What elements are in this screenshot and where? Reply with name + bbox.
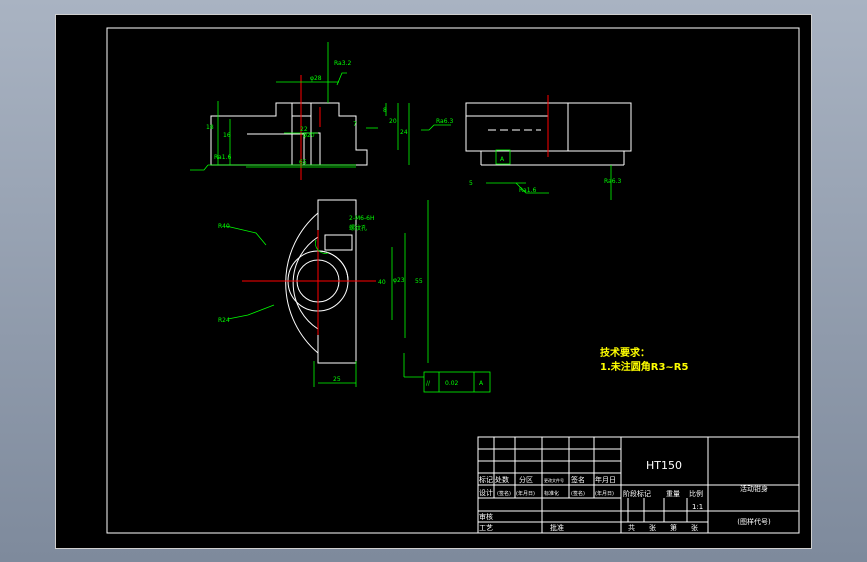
notes-heading: 技术要求： (600, 346, 650, 359)
dim-20: 20 (389, 118, 397, 125)
dim-7: 7 (353, 121, 357, 128)
roughness-ra32: Ra3.2 (334, 60, 351, 67)
drawing-sheet: φ28 φ20 7 8 22 18 16 20 24 65 Ra3.2 Ra6.… (55, 14, 812, 549)
thread-label-2: 螺纹孔 (349, 224, 367, 232)
label-process: 工艺 (479, 524, 493, 532)
scale-value: 1:1 (692, 503, 703, 511)
label-sign: 签名 (571, 475, 585, 484)
dim-40: 40 (378, 279, 386, 286)
label-review: 审核 (479, 512, 493, 521)
dim-phi28: φ28 (310, 75, 322, 82)
design-date: (年月日) (516, 490, 535, 497)
label-stage: 阶段标记 (623, 489, 651, 498)
label-sheet-number: 第 (670, 523, 677, 532)
front-section-view: φ28 φ20 7 8 22 18 16 20 24 65 Ra3.2 Ra6.… (190, 42, 453, 180)
plan-view: R40 R24 2-M6-6H 螺纹孔 40 φ23 55 25 // 0.02… (218, 199, 491, 393)
design-sign: (签名) (497, 490, 511, 497)
notes-line-1: 1.未注圆角R3~R5 (600, 360, 688, 373)
std-date: (年月日) (595, 490, 614, 497)
tolerance-value: 0.02 (445, 380, 459, 387)
label-design: 设计 (479, 488, 493, 497)
inner-frame (106, 27, 800, 534)
dim-65: 65 (299, 159, 307, 166)
dim-55: 55 (415, 278, 423, 285)
label-sheet-unit-2: 张 (691, 523, 698, 532)
side-dim-5: 5 (469, 180, 473, 187)
side-roughness-ra16: Ra1.6 (519, 187, 536, 194)
title-material: HT150 (646, 459, 682, 472)
dim-16: 16 (223, 132, 231, 139)
label-change-doc: 更改文件号 (544, 477, 564, 483)
label-scale: 比例 (689, 489, 703, 498)
label-zone: 分区 (519, 475, 533, 484)
label-standardization: 标准化 (544, 490, 559, 497)
radius-r40: R40 (218, 223, 230, 230)
label-mark: 标记 (479, 475, 493, 484)
dim-24: 24 (400, 129, 408, 136)
dim-25: 25 (333, 376, 341, 383)
drawing-canvas: φ28 φ20 7 8 22 18 16 20 24 65 Ra3.2 Ra6.… (106, 27, 800, 534)
title-drawing-number: (图样代号) (737, 517, 771, 526)
roughness-ra63: Ra6.3 (436, 118, 453, 125)
dim-18: 18 (206, 124, 214, 131)
dim-phi23: φ23 (393, 277, 405, 284)
radius-r24: R24 (218, 317, 230, 324)
label-sheets-unit: 张 (649, 523, 656, 532)
side-view: A 5 Ra1.6 Ra6.3 (465, 95, 632, 200)
tolerance-datum: A (479, 380, 484, 387)
label-date: 年月日 (595, 475, 616, 484)
side-roughness-ra63: Ra6.3 (604, 178, 621, 185)
std-sign: (签名) (571, 490, 585, 497)
thread-label: 2-M6-6H (349, 215, 374, 222)
label-weight: 重量 (666, 490, 680, 498)
tolerance-symbol: // (426, 380, 431, 387)
datum-a-box: A (500, 156, 505, 163)
technical-notes: 技术要求： 1.未注圆角R3~R5 (600, 346, 688, 373)
title-part-name: 活动钳身 (740, 484, 768, 493)
roughness-ra16: Ra1.6 (214, 154, 231, 161)
dim-8: 8 (383, 107, 387, 114)
label-approve: 批准 (550, 523, 564, 532)
title-block: HT150 活动钳身 (图样代号) 标记 处数 分区 更改文件号 签名 年月日 … (477, 436, 800, 534)
dim-phi20: φ20 (303, 132, 315, 139)
label-sheets-total: 共 (628, 523, 635, 532)
dim-22: 22 (300, 126, 308, 133)
label-count: 处数 (495, 475, 509, 484)
